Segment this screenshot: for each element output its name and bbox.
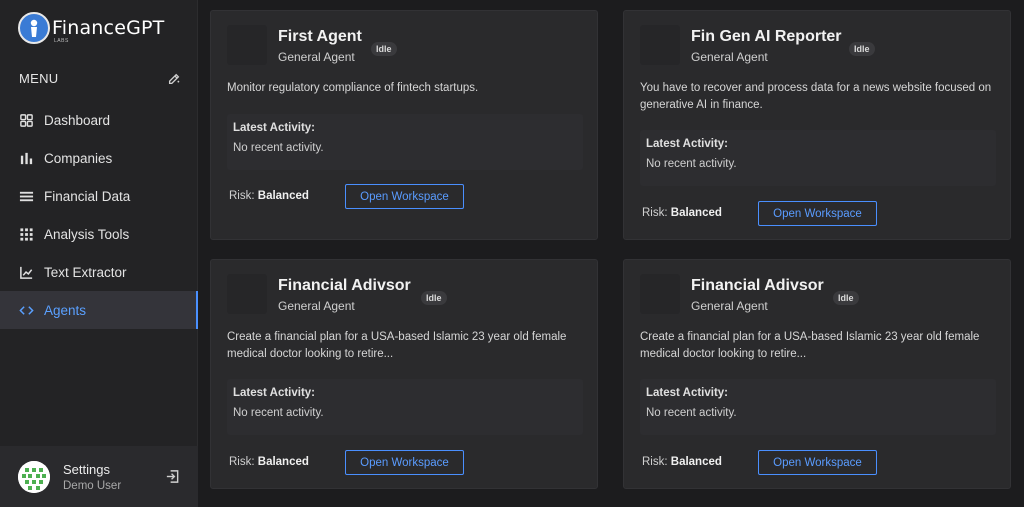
agent-card: First Agent General Agent Idle Monitor r… — [210, 10, 598, 240]
agent-card: Financial Adivsor General Agent Idle Cre… — [210, 259, 598, 489]
activity-value: No recent activity. — [233, 407, 324, 419]
app-name: FinanceGPT — [52, 17, 165, 39]
status-badge: Idle — [371, 42, 397, 56]
activity-panel: Latest Activity: No recent activity. — [640, 130, 996, 186]
activity-label: Latest Activity: — [233, 122, 316, 134]
agent-title: Financial Adivsor — [278, 277, 411, 294]
sidebar-item-label: Analysis Tools — [44, 226, 130, 242]
sidebar-nav: Dashboard Companies Financial Data Analy… — [0, 101, 198, 329]
agent-description: Create a financial plan for a USA-based … — [640, 331, 980, 360]
sidebar-item-label: Financial Data — [44, 188, 131, 204]
risk-level: Risk: Balanced — [229, 456, 309, 468]
agent-description: Monitor regulatory compliance of fintech… — [227, 82, 479, 94]
risk-value: Balanced — [670, 207, 722, 219]
status-badge: Idle — [833, 291, 859, 305]
risk-level: Risk: Balanced — [642, 456, 722, 468]
agent-description: Create a financial plan for a USA-based … — [227, 331, 567, 360]
agent-type: General Agent — [691, 50, 768, 64]
risk-value: Balanced — [257, 190, 309, 202]
code-icon — [18, 302, 34, 318]
sidebar-item-agents[interactable]: Agents — [0, 291, 198, 329]
agent-type: General Agent — [278, 50, 355, 64]
app-sub: LABS — [54, 38, 69, 44]
app-logo[interactable]: FinanceGPT LABS — [18, 12, 164, 44]
logout-icon[interactable] — [165, 469, 180, 484]
menu-header: MENU — [19, 71, 181, 86]
open-workspace-button[interactable]: Open Workspace — [758, 450, 877, 475]
activity-value: No recent activity. — [646, 158, 737, 170]
activity-label: Latest Activity: — [646, 387, 729, 399]
edit-icon[interactable] — [167, 72, 181, 86]
menu-title: MENU — [19, 71, 59, 86]
open-workspace-button[interactable]: Open Workspace — [345, 184, 464, 209]
activity-panel: Latest Activity: No recent activity. — [640, 379, 996, 435]
sidebar-item-label: Companies — [44, 150, 113, 166]
agent-description: You have to recover and process data for… — [640, 82, 992, 111]
risk-level: Risk: Balanced — [229, 190, 309, 202]
activity-label: Latest Activity: — [233, 387, 316, 399]
risk-label: Risk: — [229, 456, 255, 468]
user-footer[interactable]: Settings Demo User — [0, 446, 198, 507]
agent-avatar — [640, 274, 680, 314]
agent-avatar — [640, 25, 680, 65]
agent-avatar — [227, 25, 267, 65]
line-chart-icon — [18, 264, 34, 280]
open-workspace-button[interactable]: Open Workspace — [758, 201, 877, 226]
logo-icon — [18, 12, 50, 44]
agent-card: Financial Adivsor General Agent Idle Cre… — [623, 259, 1011, 489]
sidebar-item-label: Text Extractor — [44, 264, 127, 280]
risk-label: Risk: — [642, 207, 668, 219]
activity-panel: Latest Activity: No recent activity. — [227, 114, 583, 170]
agent-title: Financial Adivsor — [691, 277, 824, 294]
list-icon — [18, 188, 34, 204]
sidebar-item-companies[interactable]: Companies — [0, 139, 198, 177]
agent-card: Fin Gen AI Reporter General Agent Idle Y… — [623, 10, 1011, 240]
agent-type: General Agent — [278, 299, 355, 313]
risk-value: Balanced — [670, 456, 722, 468]
sidebar-item-dashboard[interactable]: Dashboard — [0, 101, 198, 139]
agent-title: First Agent — [278, 28, 362, 45]
status-badge: Idle — [421, 291, 447, 305]
risk-level: Risk: Balanced — [642, 207, 722, 219]
agent-type: General Agent — [691, 299, 768, 313]
sidebar-item-label: Dashboard — [44, 112, 111, 128]
activity-label: Latest Activity: — [646, 138, 729, 150]
status-badge: Idle — [849, 42, 875, 56]
dashboard-icon — [18, 112, 34, 128]
risk-label: Risk: — [642, 456, 668, 468]
risk-label: Risk: — [229, 190, 255, 202]
agent-title: Fin Gen AI Reporter — [691, 28, 842, 45]
activity-panel: Latest Activity: No recent activity. — [227, 379, 583, 435]
user-name: Demo User — [63, 479, 122, 492]
settings-label[interactable]: Settings — [63, 462, 121, 477]
grid-icon — [18, 226, 34, 242]
bar-chart-icon — [18, 150, 34, 166]
open-workspace-button[interactable]: Open Workspace — [345, 450, 464, 475]
activity-value: No recent activity. — [233, 142, 324, 154]
risk-value: Balanced — [257, 456, 309, 468]
agent-avatar — [227, 274, 267, 314]
avatar[interactable] — [18, 460, 50, 493]
sidebar: FinanceGPT LABS MENU Dashboard Companies… — [0, 0, 198, 507]
sidebar-item-text-extractor[interactable]: Text Extractor — [0, 253, 198, 291]
sidebar-item-analysis-tools[interactable]: Analysis Tools — [0, 215, 198, 253]
sidebar-item-financial-data[interactable]: Financial Data — [0, 177, 198, 215]
sidebar-item-label: Agents — [44, 302, 87, 318]
activity-value: No recent activity. — [646, 407, 737, 419]
